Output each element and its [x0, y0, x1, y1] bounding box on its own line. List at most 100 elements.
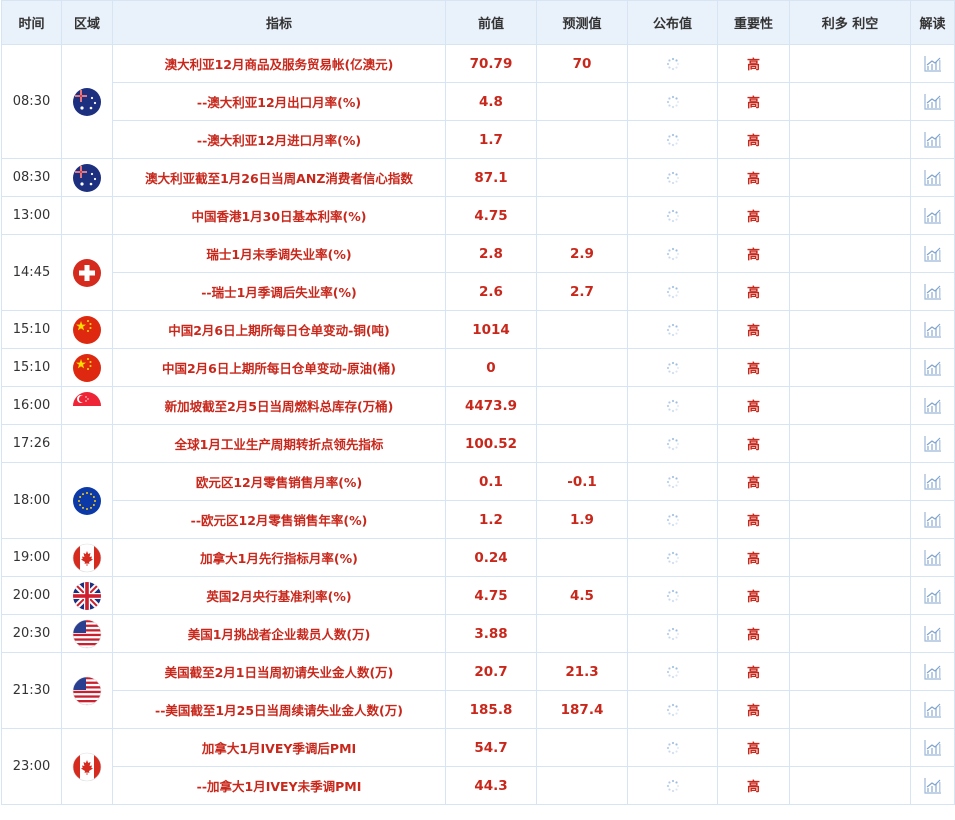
- previous-value: 4.8: [445, 82, 537, 121]
- forecast-value: 21.3: [536, 652, 628, 691]
- chart-analysis-icon[interactable]: [923, 625, 943, 643]
- analysis-cell[interactable]: [910, 348, 955, 387]
- previous-value: 1.7: [445, 120, 537, 159]
- loading-spinner-icon: [666, 361, 679, 374]
- analysis-cell[interactable]: [910, 158, 955, 197]
- usa-flag-icon: [72, 676, 102, 705]
- forecast-value: [536, 728, 628, 767]
- indicator-name[interactable]: 加拿大1月IVEY季调后PMI: [112, 728, 446, 767]
- indicator-name[interactable]: --美国截至1月25日当周续请失业金人数(万): [112, 690, 446, 729]
- actual-value: [627, 348, 718, 387]
- indicator-name[interactable]: 美国截至2月1日当周初请失业金人数(万): [112, 652, 446, 691]
- analysis-cell[interactable]: [910, 538, 955, 577]
- importance-level: 高: [717, 44, 790, 83]
- loading-spinner-icon: [666, 475, 679, 488]
- indicator-name[interactable]: --加拿大1月IVEY未季调PMI: [112, 766, 446, 805]
- indicator-name[interactable]: 澳大利亚截至1月26日当周ANZ消费者信心指数: [112, 158, 446, 197]
- indicator-name[interactable]: 中国2月6日上期所每日仓单变动-原油(桶): [112, 348, 446, 387]
- loading-spinner-icon: [666, 551, 679, 564]
- chart-analysis-icon[interactable]: [923, 321, 943, 339]
- chart-analysis-icon[interactable]: [923, 359, 943, 377]
- forecast-value: [536, 310, 628, 349]
- chart-analysis-icon[interactable]: [923, 701, 943, 719]
- analysis-cell[interactable]: [910, 614, 955, 653]
- analysis-cell[interactable]: [910, 576, 955, 615]
- chart-analysis-icon[interactable]: [923, 511, 943, 529]
- col-effect: 利多 利空: [789, 0, 911, 45]
- importance-level: 高: [717, 766, 790, 805]
- indicator-name[interactable]: 美国1月挑战者企业裁员人数(万): [112, 614, 446, 653]
- region-cell: [61, 462, 113, 539]
- analysis-cell[interactable]: [910, 272, 955, 311]
- chart-analysis-icon[interactable]: [923, 739, 943, 757]
- canada-flag-icon: [72, 543, 102, 572]
- analysis-cell[interactable]: [910, 310, 955, 349]
- analysis-cell[interactable]: [910, 652, 955, 691]
- indicator-name[interactable]: 加拿大1月先行指标月率(%): [112, 538, 446, 577]
- analysis-cell[interactable]: [910, 234, 955, 273]
- loading-spinner-icon: [666, 247, 679, 260]
- loading-spinner-icon: [666, 589, 679, 602]
- chart-analysis-icon[interactable]: [923, 663, 943, 681]
- singapore-flag-icon: [73, 391, 101, 420]
- indicator-name[interactable]: 澳大利亚12月商品及服务贸易帐(亿澳元): [112, 44, 446, 83]
- indicator-name[interactable]: 新加坡截至2月5日当周燃料总库存(万桶): [112, 386, 446, 425]
- chart-analysis-icon[interactable]: [923, 549, 943, 567]
- effect-cell: [789, 728, 911, 767]
- chart-analysis-icon[interactable]: [923, 131, 943, 149]
- chart-analysis-icon[interactable]: [923, 93, 943, 111]
- indicator-name[interactable]: 瑞士1月未季调失业率(%): [112, 234, 446, 273]
- effect-cell: [789, 766, 911, 805]
- importance-level: 高: [717, 424, 790, 463]
- chart-analysis-icon[interactable]: [923, 245, 943, 263]
- indicator-name[interactable]: --瑞士1月季调后失业率(%): [112, 272, 446, 311]
- chart-analysis-icon[interactable]: [923, 473, 943, 491]
- indicator-name[interactable]: 全球1月工业生产周期转折点领先指标: [112, 424, 446, 463]
- effect-cell: [789, 576, 911, 615]
- table-row: 17:26 全球1月工业生产周期转折点领先指标 100.52 高: [1, 424, 955, 463]
- chart-analysis-icon[interactable]: [923, 587, 943, 605]
- indicator-name[interactable]: --澳大利亚12月出口月率(%): [112, 82, 446, 121]
- forecast-value: 1.9: [536, 500, 628, 539]
- analysis-cell[interactable]: [910, 44, 955, 83]
- analysis-cell[interactable]: [910, 690, 955, 729]
- analysis-cell[interactable]: [910, 386, 955, 425]
- indicator-name[interactable]: --澳大利亚12月进口月率(%): [112, 120, 446, 159]
- actual-value: [627, 424, 718, 463]
- chart-analysis-icon[interactable]: [923, 777, 943, 795]
- effect-cell: [789, 424, 911, 463]
- chart-analysis-icon[interactable]: [923, 283, 943, 301]
- region-cell: [61, 652, 113, 729]
- region-cell: [61, 310, 113, 349]
- chart-analysis-icon[interactable]: [923, 435, 943, 453]
- loading-spinner-icon: [666, 665, 679, 678]
- analysis-cell[interactable]: [910, 728, 955, 767]
- chart-analysis-icon[interactable]: [923, 207, 943, 225]
- analysis-cell[interactable]: [910, 424, 955, 463]
- indicator-name[interactable]: 英国2月央行基准利率(%): [112, 576, 446, 615]
- chart-analysis-icon[interactable]: [923, 169, 943, 187]
- effect-cell: [789, 538, 911, 577]
- event-time: 15:10: [1, 310, 62, 349]
- actual-value: [627, 234, 718, 273]
- indicator-name[interactable]: 中国2月6日上期所每日仓单变动-铜(吨): [112, 310, 446, 349]
- analysis-cell[interactable]: [910, 196, 955, 235]
- col-time: 时间: [1, 0, 62, 45]
- analysis-cell[interactable]: [910, 82, 955, 121]
- table-row: --加拿大1月IVEY未季调PMI 44.3 高: [2, 766, 955, 805]
- analysis-cell[interactable]: [910, 500, 955, 539]
- indicator-name[interactable]: --欧元区12月零售销售年率(%): [112, 500, 446, 539]
- loading-spinner-icon: [666, 209, 679, 222]
- previous-value: 4.75: [445, 196, 537, 235]
- indicator-name[interactable]: 欧元区12月零售销售月率(%): [112, 462, 446, 501]
- analysis-cell[interactable]: [910, 120, 955, 159]
- indicator-name[interactable]: 中国香港1月30日基本利率(%): [112, 196, 446, 235]
- analysis-cell[interactable]: [910, 766, 955, 805]
- forecast-value: [536, 82, 628, 121]
- chart-analysis-icon[interactable]: [923, 397, 943, 415]
- chart-analysis-icon[interactable]: [923, 55, 943, 73]
- forecast-value: [536, 614, 628, 653]
- actual-value: [627, 766, 718, 805]
- actual-value: [627, 462, 718, 501]
- analysis-cell[interactable]: [910, 462, 955, 501]
